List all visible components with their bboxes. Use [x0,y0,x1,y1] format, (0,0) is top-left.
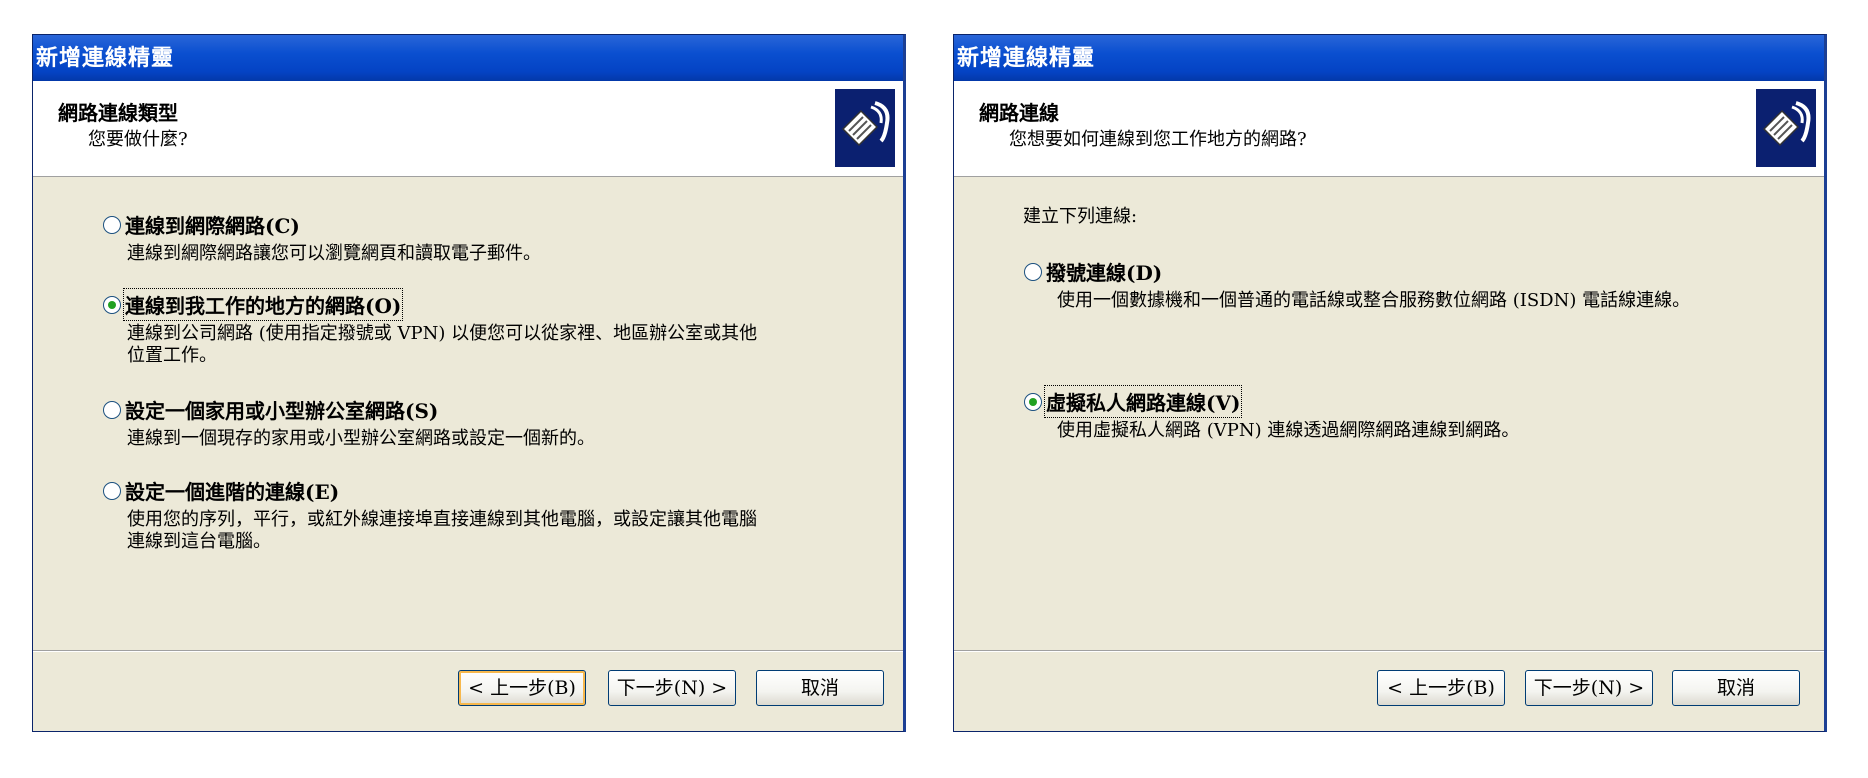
option-description: 使用一個數據機和一個普通的電話線或整合服務數位網路 (ISDN) 電話線連線。 [1057,290,1691,311]
header-subtitle: 您想要如何連線到您工作地方的網路? [1009,129,1307,150]
cancel-button[interactable]: 取消 [1672,670,1800,706]
back-button[interactable]: < 上一步(B) [1377,670,1505,706]
radio-button[interactable] [1024,262,1042,281]
option-dialup[interactable]: 撥號連線(D) 使用一個數據機和一個普通的電話線或整合服務數位網路 (ISDN)… [1024,257,1690,312]
option-workplace[interactable]: 連線到我工作的地方的網路(O) 連線到公司網路 (使用指定撥號或 VPN) 以便… [103,288,758,367]
title-bar: 新增連線精靈 [954,35,1824,81]
option-internet[interactable]: 連線到網際網路(C) 連線到網際網路讓您可以瀏覽網頁和讀取電子郵件。 [103,210,541,265]
option-label[interactable]: 虛擬私人網路連線(V) [1043,385,1243,418]
option-label[interactable]: 設定一個進階的連線(E) [125,476,339,505]
intro-text: 建立下列連線: [1023,206,1138,227]
cancel-button[interactable]: 取消 [756,670,884,706]
wizard-header: 網路連線類型 您要做什麼? [33,81,903,177]
wizard-content: 連線到網際網路(C) 連線到網際網路讓您可以瀏覽網頁和讀取電子郵件。 連線到我工… [33,177,903,652]
radio-button[interactable] [103,295,121,314]
wizard-footer: < 上一步(B) 下一步(N) > 取消 [33,650,903,731]
option-advanced[interactable]: 設定一個進階的連線(E) 使用您的序列，平行，或紅外線連接埠直接連線到其他電腦，… [103,476,757,553]
next-button[interactable]: 下一步(N) > [608,670,736,706]
option-label[interactable]: 撥號連線(D) [1046,257,1162,286]
option-home-network[interactable]: 設定一個家用或小型辦公室網路(S) 連線到一個現存的家用或小型辦公室網路或設定一… [103,395,595,450]
header-title: 網路連線類型 [58,101,178,125]
wizard-header: 網路連線 您想要如何連線到您工作地方的網路? [954,81,1824,177]
wizard-footer: < 上一步(B) 下一步(N) > 取消 [954,650,1824,731]
option-description: 連線到公司網路 (使用指定撥號或 VPN) 以便您可以從家裡、地區辦公室或其他 … [127,323,758,366]
radio-button[interactable] [103,400,121,419]
wizard-dialog-right: 新增連線精靈 網路連線 您想要如何連線到您工作地方的網路? 建立下列連線: 撥號… [953,34,1827,732]
option-description: 使用虛擬私人網路 (VPN) 連線透過網際網路連線到網路。 [1057,420,1520,441]
title-bar: 新增連線精靈 [33,35,903,81]
header-subtitle: 您要做什麼? [88,129,188,150]
header-title: 網路連線 [979,101,1059,125]
option-label[interactable]: 連線到我工作的地方的網路(O) [122,288,404,321]
option-vpn[interactable]: 虛擬私人網路連線(V) 使用虛擬私人網路 (VPN) 連線透過網際網路連線到網路… [1024,385,1520,442]
back-button[interactable]: < 上一步(B) [458,670,586,706]
next-button[interactable]: 下一步(N) > [1525,670,1653,706]
network-cable-icon [1756,89,1816,167]
option-label[interactable]: 設定一個家用或小型辦公室網路(S) [125,395,438,424]
option-description: 使用您的序列，平行，或紅外線連接埠直接連線到其他電腦，或設定讓其他電腦 連線到這… [127,509,757,552]
radio-button[interactable] [1024,392,1042,411]
wizard-dialog-left: 新增連線精靈 網路連線類型 您要做什麼? 連線到網際網路(C) 連線到網際網路讓… [32,34,906,732]
radio-button[interactable] [103,215,121,234]
option-description: 連線到一個現存的家用或小型辦公室網路或設定一個新的。 [127,428,595,449]
radio-button[interactable] [103,481,121,500]
option-description: 連線到網際網路讓您可以瀏覽網頁和讀取電子郵件。 [127,243,541,264]
network-cable-icon [835,89,895,167]
option-label[interactable]: 連線到網際網路(C) [125,210,300,239]
wizard-content: 建立下列連線: 撥號連線(D) 使用一個數據機和一個普通的電話線或整合服務數位網… [954,177,1824,652]
